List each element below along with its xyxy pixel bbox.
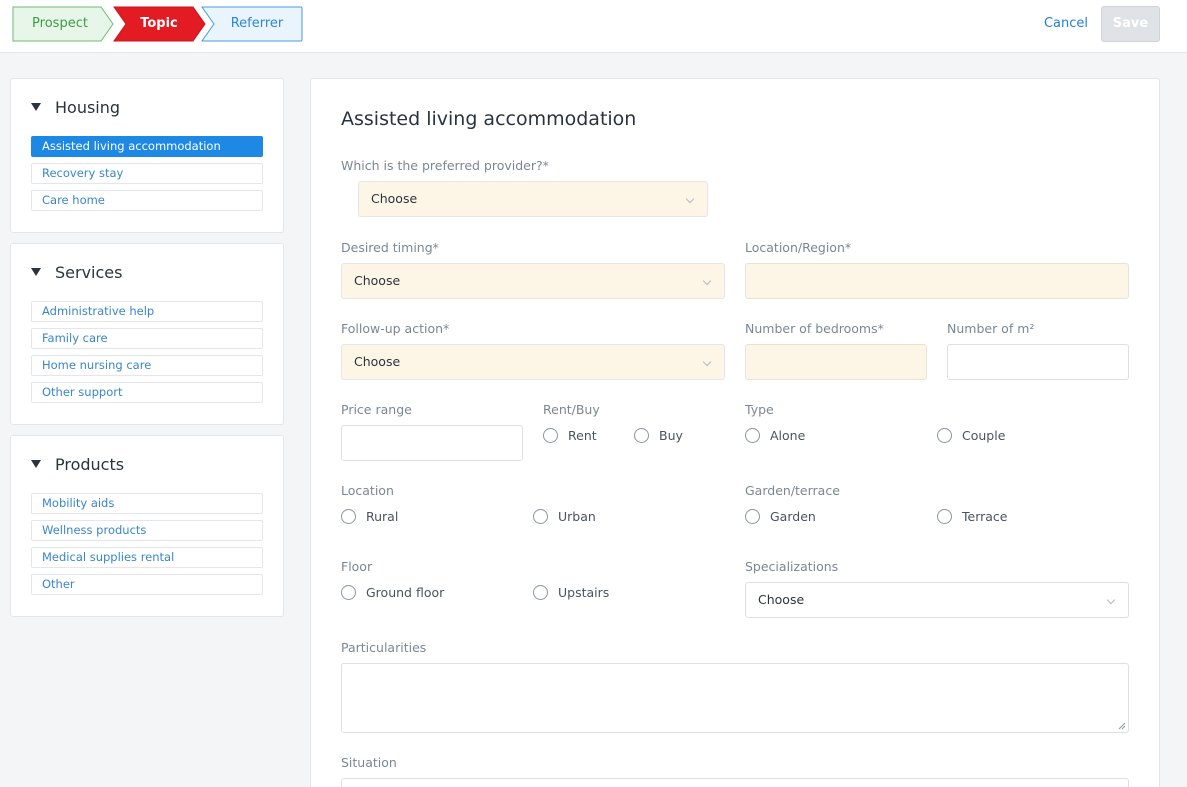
radio-garden[interactable]: Garden [745, 507, 816, 525]
provider-value: Choose [371, 191, 418, 206]
bedrooms-input[interactable] [745, 344, 927, 380]
radio-urban[interactable]: Urban [533, 507, 596, 525]
provider-label: Which is the preferred provider?* [341, 158, 549, 173]
radio-couple-label: Couple [962, 427, 1006, 443]
region-input[interactable] [745, 263, 1129, 299]
chevron-down-icon [702, 276, 712, 286]
garden-label: Garden/terrace [745, 483, 840, 498]
radio-couple[interactable]: Couple [937, 426, 1005, 444]
sidebar-item-family-care[interactable]: Family care [31, 328, 263, 349]
step-topic[interactable]: Topic [120, 6, 198, 42]
specializations-label: Specializations [745, 559, 839, 574]
radio-circle[interactable] [341, 584, 356, 600]
specializations-value: Choose [758, 592, 805, 607]
radio-terrace[interactable]: Terrace [937, 507, 1007, 525]
save-button[interactable]: Save [1101, 6, 1160, 42]
radio-circle[interactable] [937, 427, 952, 443]
radio-rural[interactable]: Rural [341, 507, 398, 525]
radio-buy[interactable]: Buy [634, 426, 683, 444]
radio-garden-label: Garden [770, 508, 816, 524]
chevron-down-icon [685, 194, 695, 204]
bedrooms-label: Number of bedrooms* [745, 321, 884, 336]
situation-textarea[interactable] [341, 778, 1129, 787]
products-panel: Products Mobility aids Wellness products… [10, 435, 284, 617]
followup-value: Choose [354, 354, 401, 369]
sidebar-item-care-home[interactable]: Care home [31, 190, 263, 211]
rentbuy-label: Rent/Buy [543, 402, 600, 417]
sidebar-item-assisted-living[interactable]: Assisted living accommodation [31, 136, 263, 157]
radio-alone-label: Alone [770, 427, 806, 443]
sidebar-item-other-support[interactable]: Other support [31, 382, 263, 403]
specializations-select[interactable]: Choose [745, 582, 1129, 618]
services-header[interactable]: Services [31, 262, 122, 282]
collapse-triangle-icon [31, 460, 41, 468]
sidebar-item-mobility-aids[interactable]: Mobility aids [31, 493, 263, 514]
m2-label: Number of m² [947, 321, 1035, 336]
sidebar-item-wellness-products[interactable]: Wellness products [31, 520, 263, 541]
housing-panel: Housing Assisted living accommodation Re… [10, 78, 284, 233]
situation-label: Situation [341, 755, 397, 770]
radio-circle[interactable] [745, 427, 760, 443]
radio-circle[interactable] [745, 508, 760, 524]
followup-select[interactable]: Choose [341, 344, 725, 380]
radio-upstairs-label: Upstairs [558, 584, 610, 600]
region-label: Location/Region* [745, 240, 852, 255]
radio-buy-label: Buy [659, 427, 683, 443]
top-bar: Prospect Topic Referrer Cancel Save [0, 0, 1187, 53]
collapse-triangle-icon [31, 268, 41, 276]
sidebar-item-medical-supplies-rental[interactable]: Medical supplies rental [31, 547, 263, 568]
chevron-down-icon [702, 357, 712, 367]
services-panel: Services Administrative help Family care… [10, 243, 284, 425]
timing-select[interactable]: Choose [341, 263, 725, 299]
particularities-textarea[interactable] [341, 663, 1129, 733]
radio-circle[interactable] [341, 508, 356, 524]
sidebar-item-other[interactable]: Other [31, 574, 263, 595]
radio-circle[interactable] [543, 427, 558, 443]
radio-circle[interactable] [533, 508, 548, 524]
resize-grip-icon[interactable] [1118, 722, 1126, 730]
housing-title: Housing [55, 97, 121, 117]
step-prospect[interactable]: Prospect [12, 6, 108, 42]
radio-circle[interactable] [937, 508, 952, 524]
radio-upstairs[interactable]: Upstairs [533, 583, 609, 601]
products-title: Products [55, 454, 125, 474]
radio-rent-label: Rent [568, 427, 597, 443]
radio-rent[interactable]: Rent [543, 426, 597, 444]
m2-input[interactable] [947, 344, 1129, 380]
radio-urban-label: Urban [558, 508, 596, 524]
provider-select[interactable]: Choose [358, 181, 708, 217]
timing-label: Desired timing* [341, 240, 439, 255]
location-label: Location [341, 483, 394, 498]
step-wizard: Prospect Topic Referrer [12, 6, 304, 42]
cancel-button[interactable]: Cancel [1028, 7, 1104, 41]
collapse-triangle-icon [31, 103, 41, 111]
services-title: Services [55, 262, 123, 282]
price-label: Price range [341, 402, 412, 417]
radio-alone[interactable]: Alone [745, 426, 805, 444]
products-header[interactable]: Products [31, 454, 124, 474]
sidebar-item-administrative-help[interactable]: Administrative help [31, 301, 263, 322]
radio-ground-floor-label: Ground floor [366, 584, 445, 600]
radio-circle[interactable] [634, 427, 649, 443]
particularities-label: Particularities [341, 640, 427, 655]
type-label: Type [745, 402, 774, 417]
timing-value: Choose [354, 273, 401, 288]
radio-terrace-label: Terrace [962, 508, 1008, 524]
floor-label: Floor [341, 559, 373, 574]
page-title: Assisted living accommodation [341, 108, 637, 130]
sidebar-item-recovery-stay[interactable]: Recovery stay [31, 163, 263, 184]
sidebar-item-home-nursing-care[interactable]: Home nursing care [31, 355, 263, 376]
followup-label: Follow-up action* [341, 321, 450, 336]
chevron-down-icon [1106, 595, 1116, 605]
step-referrer[interactable]: Referrer [212, 6, 302, 42]
radio-rural-label: Rural [366, 508, 399, 524]
radio-ground-floor[interactable]: Ground floor [341, 583, 444, 601]
housing-header[interactable]: Housing [31, 97, 120, 117]
radio-circle[interactable] [533, 584, 548, 600]
price-input[interactable] [341, 425, 523, 461]
